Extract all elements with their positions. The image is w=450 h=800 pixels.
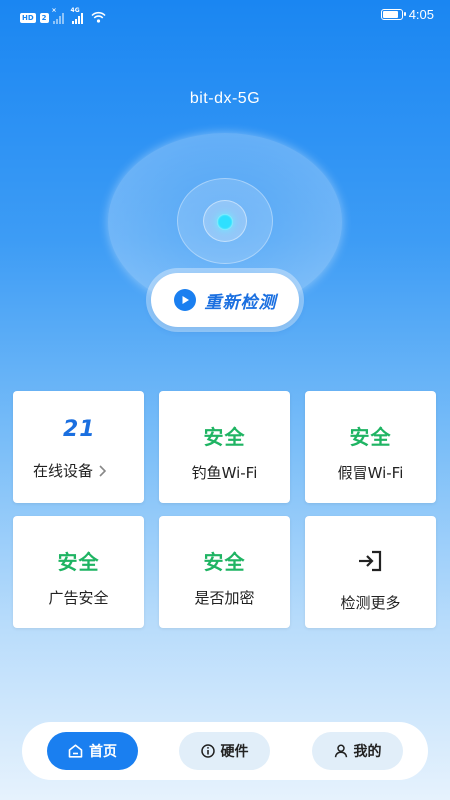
user-icon: [334, 744, 347, 758]
fake-wifi-label: 假冒Wi-Fi: [337, 464, 404, 482]
status-right: 4:05: [380, 7, 434, 22]
sim-badge: 2: [39, 12, 49, 23]
ad-security-label: 广告安全: [48, 589, 109, 607]
card-phishing-wifi[interactable]: 安全 钓鱼Wi-Fi: [159, 391, 290, 503]
online-devices-label: 在线设备: [33, 462, 94, 480]
chevron-right-icon: [99, 464, 107, 477]
clock: 4:05: [408, 7, 434, 22]
bottom-nav: 首页 硬件 我的: [22, 722, 428, 780]
tab-hardware-label: 硬件: [220, 744, 249, 760]
card-more-checks[interactable]: 检测更多: [305, 516, 436, 628]
signal-no-service-label: ×: [51, 6, 57, 14]
play-icon: [173, 289, 196, 311]
hd-badge: HD: [20, 12, 36, 23]
online-devices-count: 21: [63, 417, 96, 442]
wifi-name: bit-dx-5G: [189, 90, 261, 107]
card-ad-security[interactable]: 安全 广告安全: [13, 516, 144, 628]
online-devices-label-row: 在线设备: [33, 460, 107, 481]
phishing-wifi-label: 钓鱼Wi-Fi: [191, 464, 258, 482]
tab-home[interactable]: 首页: [47, 732, 138, 770]
home-icon: [68, 744, 83, 758]
tab-mine-label: 我的: [353, 744, 382, 760]
battery-icon: [380, 9, 406, 20]
signal-icon: ×: [52, 7, 64, 24]
encryption-label: 是否加密: [194, 589, 255, 607]
card-fake-wifi[interactable]: 安全 假冒Wi-Fi: [305, 391, 436, 503]
signal-4g-label: 4G: [70, 6, 80, 14]
status-indicators: HD 2 × 4G: [20, 7, 106, 27]
phishing-wifi-status: 安全: [203, 425, 246, 449]
ad-security-status: 安全: [57, 550, 100, 574]
card-encryption[interactable]: 安全 是否加密: [159, 516, 290, 628]
retest-label: 重新检测: [204, 292, 277, 313]
signal-4g-icon: 4G: [71, 7, 83, 24]
enter-icon: [357, 550, 383, 576]
more-checks-label: 检测更多: [340, 594, 401, 612]
encryption-status: 安全: [203, 550, 246, 574]
card-online-devices[interactable]: 21 在线设备: [13, 391, 144, 503]
info-icon: [200, 744, 215, 758]
wifi-icon: [90, 8, 106, 27]
status-bar: HD 2 × 4G 4:05: [0, 0, 450, 32]
retest-button[interactable]: 重新检测: [151, 273, 299, 327]
tab-hardware[interactable]: 硬件: [179, 732, 270, 770]
tab-mine[interactable]: 我的: [312, 732, 403, 770]
radar-center-dot: [217, 214, 233, 230]
tab-home-label: 首页: [89, 744, 117, 760]
fake-wifi-status: 安全: [349, 425, 392, 449]
